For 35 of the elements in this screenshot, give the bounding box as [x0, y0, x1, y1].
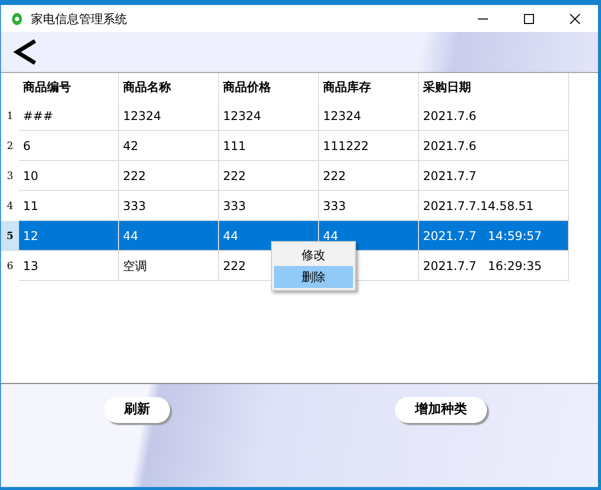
table-cell: 111222	[319, 131, 419, 161]
table-cell: 111	[219, 131, 319, 161]
row-header[interactable]: 5	[1, 221, 19, 251]
table-cell: 11	[19, 191, 119, 221]
table-cell: 2021.7.6	[419, 131, 569, 161]
table-cell: 2021.7.7.14.58.51	[419, 191, 569, 221]
table-cell: 333	[319, 191, 419, 221]
table-cell: 333	[119, 191, 219, 221]
menu-item[interactable]: 删除	[274, 266, 353, 288]
table-cell: 13	[19, 251, 119, 281]
table-cell: 6	[19, 131, 119, 161]
table-cell: ###	[19, 101, 119, 131]
table-cell: 空调	[119, 251, 219, 281]
table-cell: 222	[219, 161, 319, 191]
table-cell: 12324	[319, 101, 419, 131]
table-cell: 10	[19, 161, 119, 191]
app-logo-icon	[11, 12, 23, 26]
table-cell: 2021.7.7 16:29:35	[419, 251, 569, 281]
back-button[interactable]	[11, 37, 39, 67]
action-button[interactable]: 刷新	[104, 397, 170, 423]
window-title: 家电信息管理系统	[31, 10, 127, 28]
table-cell: 12	[19, 221, 119, 251]
table-cell: 222	[319, 161, 419, 191]
table-cell: 12324	[219, 101, 319, 131]
table-cell: 333	[219, 191, 319, 221]
table-cell: 44	[119, 221, 219, 251]
table-cell: 42	[119, 131, 219, 161]
maximize-icon	[524, 14, 534, 24]
close-icon	[570, 14, 580, 24]
table-cell: 2021.7.6	[419, 101, 569, 131]
table-cell: 2021.7.7 14:59:57	[419, 221, 569, 251]
table-cell: 2021.7.7	[419, 161, 569, 191]
table-cell: 12324	[119, 101, 219, 131]
table-cell: 222	[119, 161, 219, 191]
action-button[interactable]: 增加种类	[395, 397, 487, 423]
